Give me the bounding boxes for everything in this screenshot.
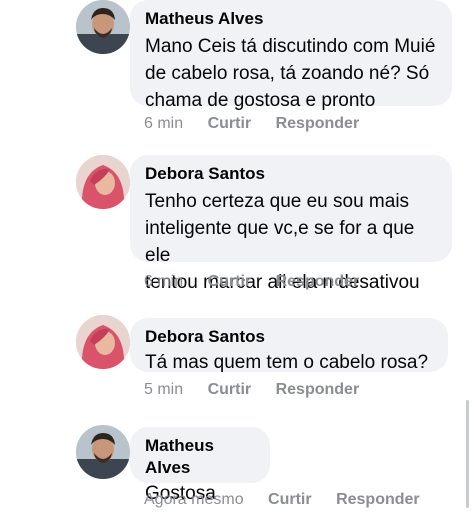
comment-bubble: Debora Santos Tá mas quem tem o cabelo r… — [130, 318, 448, 373]
comment-author[interactable]: Debora Santos — [145, 326, 434, 348]
scrollbar[interactable] — [466, 400, 469, 508]
comment-line: de cabelo rosa, tá zoando né? Só — [145, 63, 430, 84]
comment-actions: Agora mesmo Curtir Responder — [144, 491, 440, 509]
reply-button[interactable]: Responder — [276, 273, 360, 291]
comment-line: Tenho certeza que eu sou mais — [145, 191, 410, 212]
like-button[interactable]: Curtir — [208, 115, 252, 133]
reply-button[interactable]: Responder — [276, 381, 360, 399]
comment-author[interactable]: Debora Santos — [145, 163, 438, 185]
avatar[interactable] — [76, 0, 130, 54]
reply-button[interactable]: Responder — [336, 491, 420, 509]
avatar[interactable] — [76, 315, 130, 369]
female-pink-hair-profile-photo-icon — [76, 315, 130, 369]
comment-timestamp[interactable]: 5 min — [144, 381, 183, 399]
comment-bubble: Matheus Alves Mano Ceis tá discutindo co… — [130, 0, 452, 111]
comment-bubble: Debora Santos Tenho certeza que eu sou m… — [130, 155, 452, 293]
comment-timestamp[interactable]: 6 min — [144, 273, 183, 291]
comment-timestamp[interactable]: Agora mesmo — [144, 491, 244, 509]
female-pink-hair-profile-photo-icon — [76, 155, 130, 209]
like-button[interactable]: Curtir — [268, 491, 312, 509]
like-button[interactable]: Curtir — [208, 273, 252, 291]
comment-text: Mano Ceis tá discutindo com Muié de cabe… — [145, 33, 438, 114]
like-button[interactable]: Curtir — [208, 381, 252, 399]
comment-text: Tá mas quem tem o cabelo rosa? — [145, 349, 434, 376]
male-profile-photo-icon — [76, 0, 130, 54]
comment-actions: 6 min Curtir Responder — [144, 115, 379, 133]
reply-button[interactable]: Responder — [276, 115, 360, 133]
comment-timestamp[interactable]: 6 min — [144, 115, 183, 133]
comment-bubble: Matheus Alves Gostosa — [130, 427, 270, 504]
comment-author[interactable]: Matheus Alves — [145, 435, 256, 479]
comment-line: inteligente que vc,e se for a que ele — [145, 218, 415, 266]
male-profile-photo-icon — [76, 425, 130, 479]
comment-actions: 5 min Curtir Responder — [144, 381, 379, 399]
comment-actions: 6 min Curtir Responder — [144, 273, 379, 291]
comment-author[interactable]: Matheus Alves — [145, 8, 438, 30]
avatar[interactable] — [76, 155, 130, 209]
avatar[interactable] — [76, 425, 130, 479]
comment-line: Tá mas quem tem o cabelo rosa? — [145, 352, 429, 373]
comment-line: chama de gostosa e pronto — [145, 90, 376, 111]
comment-line: Mano Ceis tá discutindo com Muié — [145, 36, 436, 57]
